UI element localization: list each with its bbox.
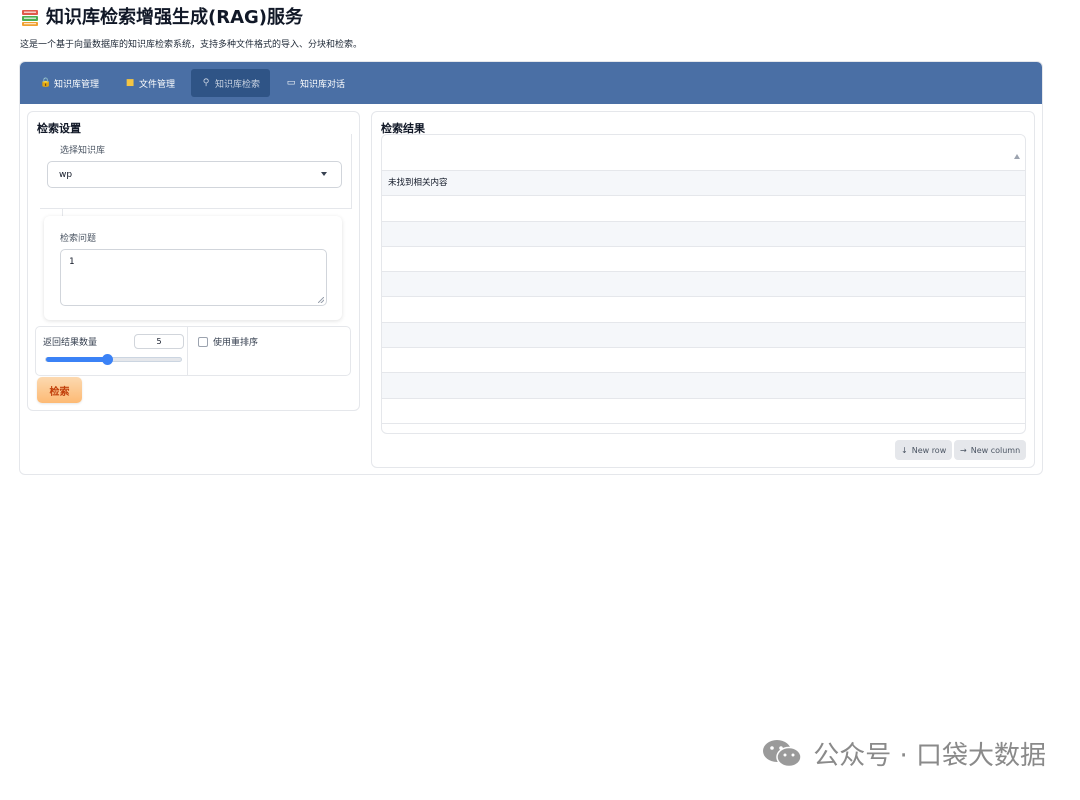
resize-handle-icon[interactable] xyxy=(318,297,324,303)
query-textarea[interactable]: 1 xyxy=(60,249,327,306)
kb-select-block: 选择知识库 wp xyxy=(40,134,352,230)
books-icon xyxy=(22,10,38,26)
lock-icon: 🔒 xyxy=(40,78,52,88)
page-description: 这是一个基于向量数据库的知识库检索系统，支持多种文件格式的导入、分块和检索。 xyxy=(20,40,363,50)
query-label: 检索问题 xyxy=(60,234,97,244)
tab-file-management[interactable]: ■ 文件管理 xyxy=(115,69,185,97)
tab-label: 知识库检索 xyxy=(215,79,261,90)
table-row[interactable] xyxy=(382,272,1025,298)
slider-fill xyxy=(46,357,107,362)
main-frame: 🔒 知识库管理 ■ 文件管理 ⚲ 知识库检索 ▭ 知识库对话 检索设置 选择知识… xyxy=(19,61,1043,475)
query-card: 检索问题 1 xyxy=(44,216,342,320)
table-row[interactable] xyxy=(382,247,1025,273)
table-row[interactable] xyxy=(382,196,1025,222)
table-row[interactable] xyxy=(382,348,1025,374)
watermark: 公众号 · 口袋大数据 xyxy=(761,735,1046,772)
search-icon: ⚲ xyxy=(202,78,210,88)
page-title: 知识库检索增强生成(RAG)服务 xyxy=(46,7,304,28)
kb-select-value: wp xyxy=(59,169,73,180)
tab-label: 知识库对话 xyxy=(300,79,346,90)
new-row-button[interactable]: ↓ New row xyxy=(895,440,953,460)
tab-kb-management[interactable]: 🔒 知识库管理 xyxy=(30,69,109,97)
arrow-right-icon: → xyxy=(960,445,967,455)
table-header[interactable] xyxy=(382,135,1025,171)
arrow-down-icon: ↓ xyxy=(901,445,908,455)
wechat-icon xyxy=(763,739,802,767)
search-button[interactable]: 检索 xyxy=(37,377,82,403)
watermark-text: 公众号 · 口袋大数据 xyxy=(813,741,1046,771)
results-panel: 检索结果 未找到相关内容 ↓ New row → New column xyxy=(371,111,1035,468)
topk-control: 返回结果数量 5 xyxy=(36,327,188,375)
slider-thumb[interactable] xyxy=(101,354,113,365)
speech-bubble-icon: ▭ xyxy=(286,78,296,88)
table-body: 未找到相关内容 xyxy=(382,171,1025,424)
table-row[interactable] xyxy=(382,322,1025,349)
new-column-label: New column xyxy=(970,445,1021,455)
rerank-label: 使用重排序 xyxy=(213,338,259,348)
table-row[interactable] xyxy=(382,221,1025,247)
folder-icon: ■ xyxy=(125,78,135,88)
topk-label: 返回结果数量 xyxy=(43,338,98,348)
query-value: 1 xyxy=(69,257,75,267)
new-column-button[interactable]: → New column xyxy=(954,440,1027,460)
topk-slider[interactable] xyxy=(45,354,182,365)
app-header: 知识库检索增强生成(RAG)服务 xyxy=(20,6,303,30)
tab-kb-search[interactable]: ⚲ 知识库检索 xyxy=(191,69,271,97)
sort-icon[interactable] xyxy=(1014,154,1020,159)
table-row[interactable] xyxy=(382,373,1025,399)
options-row: 返回结果数量 5 使用重排序 xyxy=(35,326,351,376)
tab-label: 文件管理 xyxy=(139,79,176,90)
topk-number-input[interactable]: 5 xyxy=(134,334,184,349)
rerank-control: 使用重排序 xyxy=(188,327,350,375)
tab-bar: 🔒 知识库管理 ■ 文件管理 ⚲ 知识库检索 ▭ 知识库对话 xyxy=(20,62,1042,104)
table-row[interactable] xyxy=(382,399,1025,424)
chevron-down-icon xyxy=(321,172,327,176)
kb-select-dropdown[interactable]: wp xyxy=(47,161,342,188)
table-row[interactable] xyxy=(382,297,1025,323)
results-table: 未找到相关内容 xyxy=(381,134,1026,434)
tab-kb-chat[interactable]: ▭ 知识库对话 xyxy=(276,69,355,97)
rerank-checkbox[interactable] xyxy=(198,337,208,347)
kb-select-label: 选择知识库 xyxy=(60,146,106,156)
table-row[interactable]: 未找到相关内容 xyxy=(382,171,1025,197)
new-row-label: New row xyxy=(911,445,947,455)
tab-label: 知识库管理 xyxy=(54,79,100,90)
search-settings-panel: 检索设置 选择知识库 wp 检索问题 1 返回结果数量 5 使用重排序 检索 xyxy=(27,111,360,411)
